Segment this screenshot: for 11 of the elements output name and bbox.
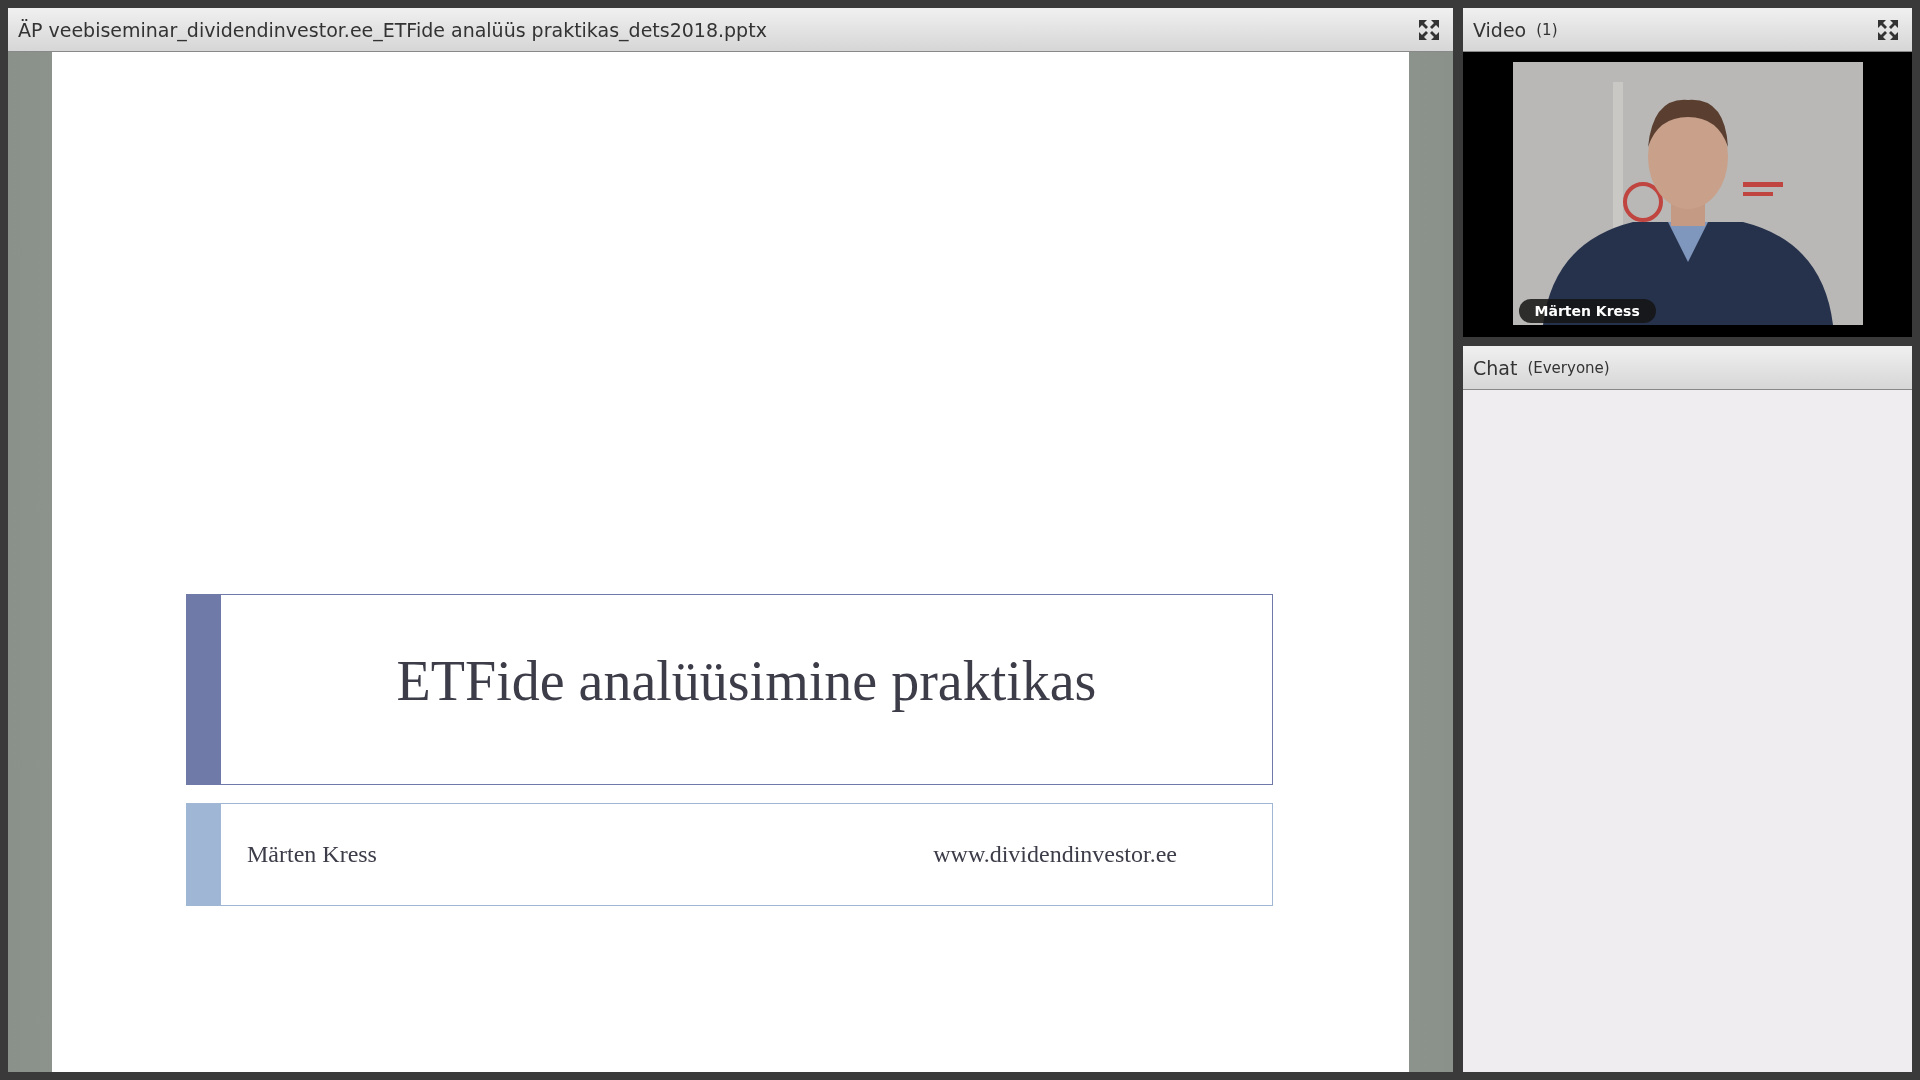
website-url: www.dividendinvestor.ee — [933, 841, 1177, 868]
fullscreen-icon[interactable] — [1876, 17, 1900, 42]
pod-title: ÄP veebiseminar_dividendinvestor.ee_ETFide analüüs praktikas_dets2018.pptx — [18, 18, 767, 41]
author-name: Märten Kress — [247, 841, 377, 868]
pod-title: Video — [1473, 18, 1527, 41]
participant-name: Märten Kress — [1518, 299, 1656, 323]
slide-title: ETFide analüüsimine praktikas — [395, 648, 1098, 714]
pod-title: Chat — [1473, 356, 1518, 379]
fullscreen-icon[interactable] — [1417, 17, 1441, 42]
participant-count: (1) — [1536, 20, 1558, 39]
chat-audience: (Everyone) — [1527, 358, 1610, 377]
